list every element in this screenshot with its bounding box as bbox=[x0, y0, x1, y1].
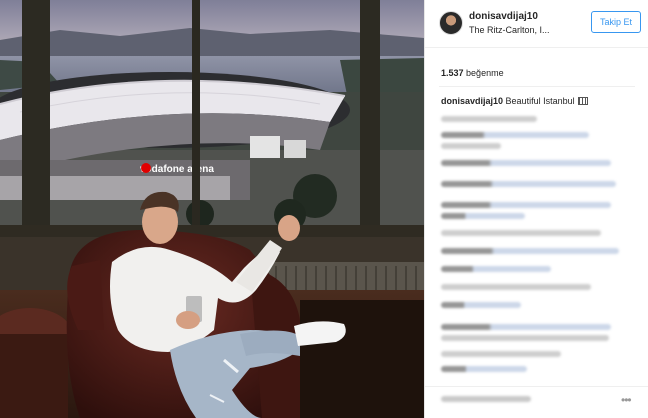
photo-scene: vodafone arena bbox=[0, 0, 424, 418]
instagram-post: vodafone arena donisavdijaj10 The Ritz-C… bbox=[0, 0, 648, 418]
more-options-icon[interactable]: ••• bbox=[621, 393, 632, 407]
flag-emoji-icon bbox=[577, 97, 588, 105]
caption-username[interactable]: donisavdijaj10 bbox=[441, 96, 503, 106]
load-more-comments-blurred[interactable] bbox=[441, 116, 537, 122]
comment-blurred bbox=[441, 181, 616, 187]
follow-button[interactable]: Takip Et bbox=[591, 11, 641, 33]
comment-blurred bbox=[441, 230, 601, 236]
avatar[interactable] bbox=[439, 11, 463, 35]
post-username[interactable]: donisavdijaj10 bbox=[469, 11, 538, 22]
divider bbox=[439, 86, 635, 87]
post-header: donisavdijaj10 The Ritz-Carlton, I... Ta… bbox=[425, 0, 648, 48]
comment-blurred bbox=[441, 143, 501, 149]
post-caption: donisavdijaj10 Beautiful Istanbul bbox=[441, 96, 588, 106]
comment-blurred bbox=[441, 284, 591, 290]
likes-label: beğenme bbox=[466, 68, 504, 78]
comment-blurred bbox=[441, 324, 611, 330]
likes-count[interactable]: 1.537 beğenme bbox=[441, 68, 504, 78]
stadium-sign: vodafone arena bbox=[140, 164, 214, 175]
comment-blurred bbox=[441, 335, 609, 341]
post-photo[interactable]: vodafone arena bbox=[0, 0, 424, 418]
comment-blurred bbox=[441, 160, 611, 166]
comment-blurred bbox=[441, 302, 521, 308]
post-location[interactable]: The Ritz-Carlton, I... bbox=[469, 25, 550, 35]
likes-number: 1.537 bbox=[441, 68, 464, 78]
add-comment-blurred[interactable] bbox=[441, 396, 531, 402]
comment-blurred bbox=[441, 366, 527, 372]
comment-blurred bbox=[441, 132, 589, 138]
comment-blurred bbox=[441, 248, 619, 254]
post-details-panel: donisavdijaj10 The Ritz-Carlton, I... Ta… bbox=[424, 0, 648, 418]
comment-blurred bbox=[441, 266, 551, 272]
caption-text: Beautiful Istanbul bbox=[505, 96, 575, 106]
comment-blurred bbox=[441, 202, 611, 208]
vodafone-logo bbox=[141, 163, 151, 173]
post-footer: ••• bbox=[425, 386, 648, 418]
comment-blurred bbox=[441, 351, 561, 357]
comment-blurred bbox=[441, 213, 525, 219]
